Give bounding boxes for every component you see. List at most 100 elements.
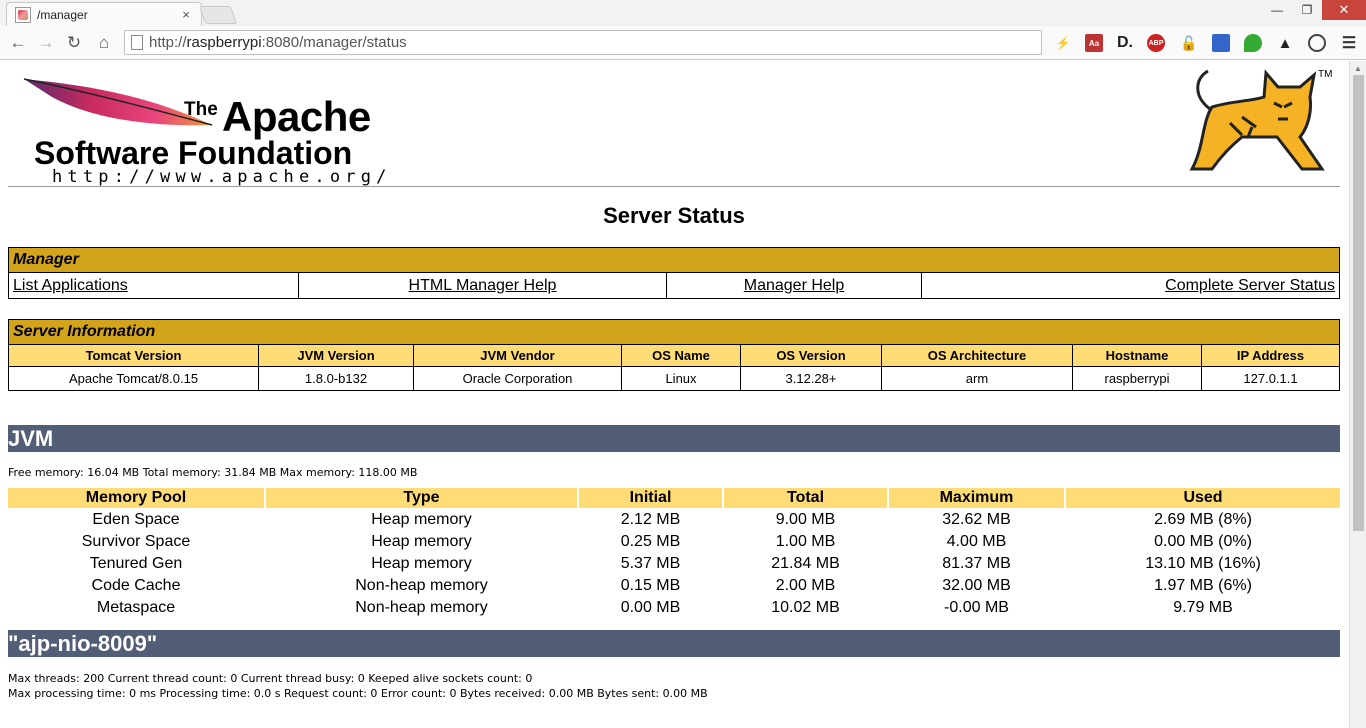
table-cell: Heap memory xyxy=(371,533,472,550)
table-cell: 0.25 MB xyxy=(620,533,681,550)
lightning-extension-icon[interactable]: ⚡ xyxy=(1054,34,1072,52)
thread-stats: Max threads: 200 Current thread count: 0… xyxy=(8,672,533,685)
trademark-label: TM xyxy=(1318,69,1332,80)
forward-arrow-icon[interactable]: → xyxy=(34,31,58,55)
column-header: IP Address xyxy=(1201,344,1340,367)
scroll-up-arrow-icon[interactable]: ▲ xyxy=(1354,64,1362,73)
table-cell: -0.00 MB xyxy=(944,599,1009,616)
table-cell: 21.84 MB xyxy=(771,555,840,572)
table-row: Survivor Space Heap memory 0.25 MB 1.00 MB 4… xyxy=(8,532,1340,552)
table-cell: Code Cache xyxy=(91,577,181,594)
dictionary-extension-icon[interactable]: Aa xyxy=(1085,34,1103,52)
table-cell: 0.15 MB xyxy=(620,577,681,594)
address-bar[interactable]: http://raspberrypi:8080/manager/status xyxy=(124,30,1042,55)
column-header: OS Name xyxy=(621,344,741,367)
back-arrow-icon[interactable]: ← xyxy=(6,31,30,55)
pocket-extension-icon[interactable] xyxy=(1308,34,1326,52)
column-header: Memory Pool xyxy=(8,488,264,508)
table-cell: 9.00 MB xyxy=(775,511,836,528)
logo-url: http://www.apache.org/ xyxy=(52,167,392,187)
page-title: Server Status xyxy=(603,203,745,228)
table-cell: 2.69 MB (8%) xyxy=(1154,511,1252,528)
table-header-row: Memory Pool Type Initial Total Maximum U… xyxy=(8,488,1340,508)
table-cell: 81.37 MB xyxy=(942,555,1011,572)
table-cell: Heap memory xyxy=(371,511,472,528)
column-header: Type xyxy=(266,488,577,508)
hostname-value: raspberrypi xyxy=(1072,366,1202,391)
column-header: OS Version xyxy=(740,344,882,367)
new-tab-button[interactable] xyxy=(198,6,238,24)
complete-server-status-link[interactable]: Complete Server Status xyxy=(1165,277,1335,294)
jvm-version-value: 1.8.0-b132 xyxy=(258,366,414,391)
manager-table: Manager List Applications HTML Manager H… xyxy=(8,247,1340,299)
home-icon[interactable]: ⌂ xyxy=(92,31,116,55)
table-cell: Metaspace xyxy=(96,599,176,616)
d-extension-icon[interactable]: D. xyxy=(1116,34,1134,52)
column-header: JVM Vendor xyxy=(413,344,622,367)
server-information-heading: Server Information xyxy=(8,319,1340,345)
os-version-value: 3.12.28+ xyxy=(740,366,882,391)
os-architecture-value: arm xyxy=(881,366,1073,391)
table-cell: 0.00 MB (0%) xyxy=(1154,533,1252,550)
close-window-button[interactable]: ✕ xyxy=(1322,0,1366,20)
table-row: Code Cache Non-heap memory 0.15 MB 2.00 MB 3… xyxy=(8,576,1340,596)
tomcat-logo-icon[interactable]: TM xyxy=(1182,67,1332,177)
apache-logo[interactable]: The Apache Software Foundation http://ww… xyxy=(22,75,392,187)
column-header: Maximum xyxy=(889,488,1064,508)
table-header-row: Tomcat Version JVM Version JVM Vendor OS… xyxy=(8,344,1340,367)
column-header: Tomcat Version xyxy=(8,344,259,367)
reload-icon[interactable]: ↻ xyxy=(62,31,86,55)
vertical-scrollbar[interactable]: ▲ xyxy=(1349,61,1366,728)
tab-strip: /manager × — ❐ ✕ xyxy=(0,0,1366,26)
table-cell: Non-heap memory xyxy=(355,599,488,616)
browser-toolbar: ← → ↻ ⌂ http://raspberrypi:8080/manager/… xyxy=(0,26,1366,60)
table-cell: 13.10 MB (16%) xyxy=(1145,555,1261,572)
drop-extension-icon[interactable]: ▲ xyxy=(1276,34,1294,52)
html-manager-help-link[interactable]: HTML Manager Help xyxy=(409,277,557,294)
table-cell: Heap memory xyxy=(371,555,472,572)
table-cell: Eden Space xyxy=(92,511,180,528)
evernote-extension-icon[interactable] xyxy=(1244,34,1262,52)
restore-button[interactable]: ❐ xyxy=(1292,0,1322,20)
column-header: Initial xyxy=(579,488,722,508)
connector-stats: Max threads: 200 Current thread count: 0… xyxy=(8,671,1340,701)
list-applications-link[interactable]: List Applications xyxy=(13,277,128,294)
page-icon xyxy=(131,35,143,50)
memory-summary: Free memory: 16.04 MB Total memory: 31.8… xyxy=(8,466,418,479)
os-name-value: Linux xyxy=(621,366,741,391)
table-cell: 5.37 MB xyxy=(620,555,681,572)
table-row: Apache Tomcat/8.0.15 1.8.0-b132 Oracle C… xyxy=(8,366,1340,391)
url-text: http://raspberrypi:8080/manager/status xyxy=(149,34,407,51)
minimize-button[interactable]: — xyxy=(1262,0,1292,20)
manager-help-link[interactable]: Manager Help xyxy=(744,277,845,294)
menu-icon[interactable]: ☰ xyxy=(1340,34,1358,52)
table-cell: 4.00 MB xyxy=(946,533,1007,550)
table-row: Eden Space Heap memory 2.12 MB 9.00 MB 32.62… xyxy=(8,510,1340,530)
column-header: OS Architecture xyxy=(881,344,1073,367)
window-controls: — ❐ ✕ xyxy=(1262,0,1366,22)
column-header: Total xyxy=(724,488,887,508)
manager-heading: Manager xyxy=(8,247,1340,273)
table-row: Tenured Gen Heap memory 5.37 MB 21.84 MB 81.… xyxy=(8,554,1340,574)
table-row: Metaspace Non-heap memory 0.00 MB 10.02 MB -… xyxy=(8,598,1340,618)
memory-pool-table: Memory Pool Type Initial Total Maximum U… xyxy=(6,486,1342,620)
browser-tab[interactable]: /manager × xyxy=(6,2,202,26)
connector-heading: "ajp-nio-8009" xyxy=(8,630,1340,657)
table-cell: 2.12 MB xyxy=(620,511,681,528)
jvm-vendor-value: Oracle Corporation xyxy=(413,366,622,391)
request-stats: Max processing time: 0 ms Processing tim… xyxy=(8,687,708,700)
page-header: The Apache Software Foundation http://ww… xyxy=(8,61,1340,187)
table-cell: 10.02 MB xyxy=(771,599,840,616)
padlock-extension-icon[interactable]: 🔓 xyxy=(1180,34,1198,52)
tab-title: /manager xyxy=(37,7,88,22)
tomcat-version-value: Apache Tomcat/8.0.15 xyxy=(8,366,259,391)
scrollbar-thumb[interactable] xyxy=(1353,75,1364,531)
page-content: The Apache Software Foundation http://ww… xyxy=(8,61,1340,701)
adblock-plus-icon[interactable]: ABP xyxy=(1147,34,1165,52)
table-cell: 0.00 MB xyxy=(620,599,681,616)
tab-close-icon[interactable]: × xyxy=(179,7,193,22)
table-cell: Non-heap memory xyxy=(355,577,488,594)
table-cell: Survivor Space xyxy=(81,533,191,550)
column-header: Used xyxy=(1066,488,1340,508)
screen-capture-extension-icon[interactable] xyxy=(1212,34,1230,52)
